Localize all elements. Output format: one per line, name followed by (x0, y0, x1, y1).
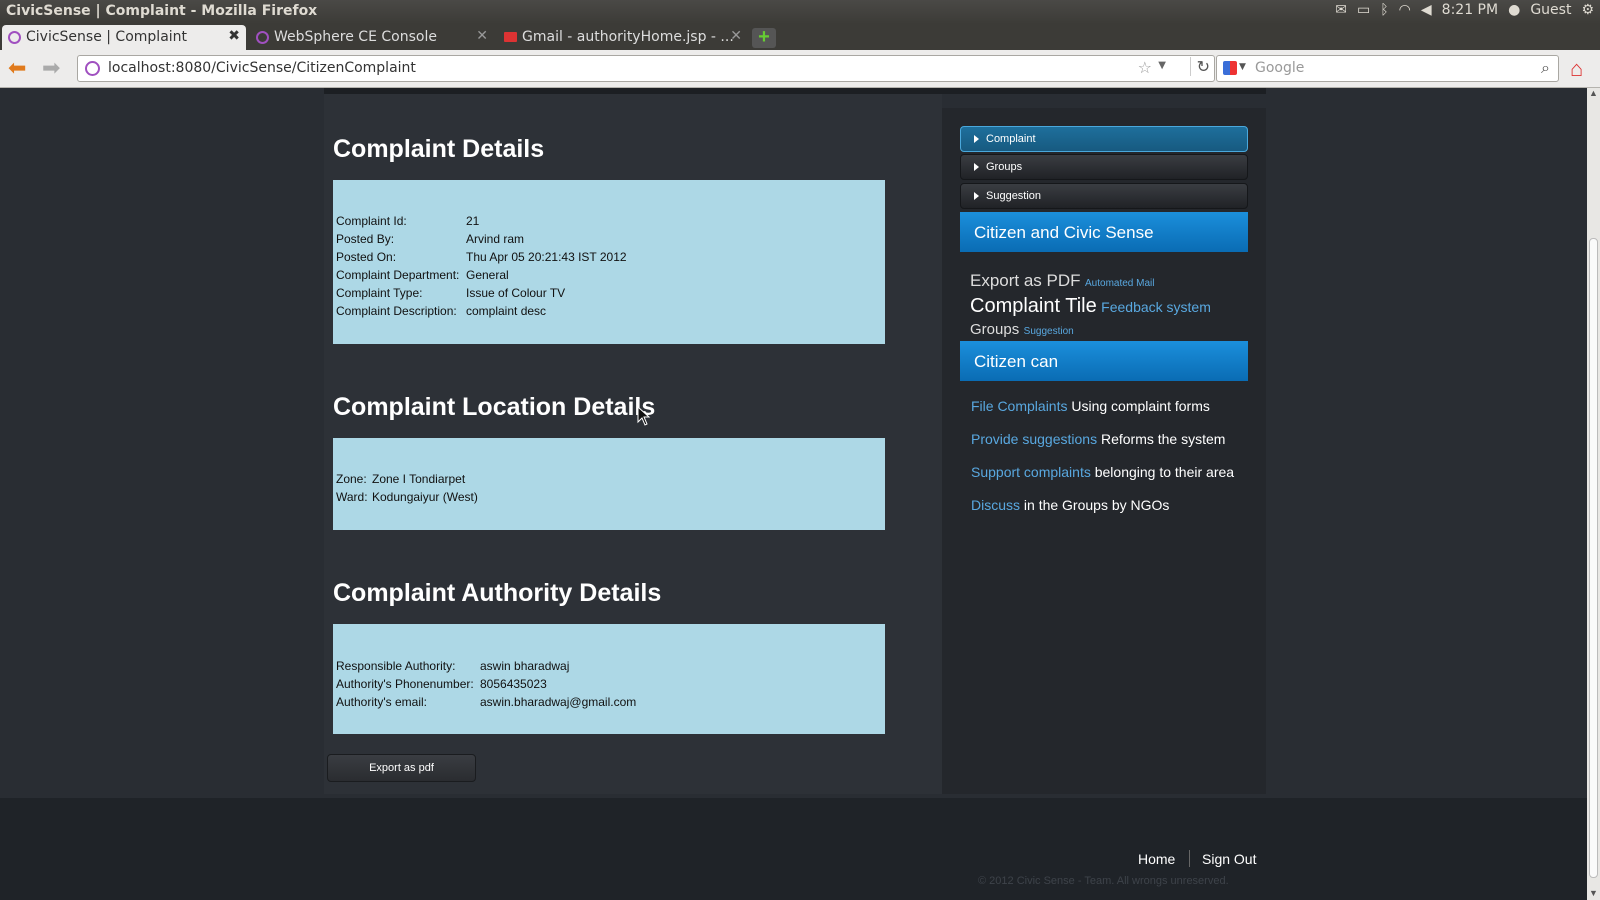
location-details-box: Zone: Zone I Tondiarpet Ward: Kodungaiyur … (333, 438, 885, 530)
footer-home-link[interactable]: Home (1138, 851, 1175, 867)
globe-icon (8, 31, 21, 44)
citizen-can-item: Discuss in the Groups by NGOs (971, 497, 1170, 513)
close-tab-icon[interactable]: ✕ (730, 28, 742, 44)
user-icon: ● (1508, 2, 1521, 18)
scroll-down-arrow-icon[interactable]: ▼ (1589, 888, 1598, 898)
detail-row: Responsible Authority: aswin bharadwaj (336, 659, 570, 673)
globe-icon (256, 31, 269, 44)
page-content: Complaint Details Complaint Id: 21 Posted… (0, 88, 1587, 900)
tab-label: Gmail - authorityHome.jsp - ... (522, 29, 734, 45)
sidebar-column (942, 108, 1266, 794)
window-titlebar: CivicSense | Complaint - Mozilla Firefox… (0, 0, 1600, 24)
clock[interactable]: 8:21 PM (1442, 2, 1498, 18)
system-tray: ✉ ▭ ᛒ ◠ ◀ 8:21 PM ● Guest ⚙ (1335, 2, 1594, 18)
tag-complaint-tile[interactable]: Complaint Tile (970, 295, 1097, 317)
new-tab-button[interactable]: + (752, 27, 776, 48)
tab-label: WebSphere CE Console (274, 29, 437, 45)
gear-icon[interactable]: ⚙ (1581, 2, 1594, 18)
complaint-details-box: Complaint Id: 21 Posted By: Arvind ram Pos… (333, 180, 885, 344)
authority-details-box: Responsible Authority: aswin bharadwaj Au… (333, 624, 885, 734)
detail-row: Complaint Department: General (336, 268, 509, 282)
tag-groups[interactable]: Groups (970, 321, 1019, 338)
google-icon[interactable] (1223, 61, 1237, 75)
bluetooth-icon[interactable]: ᛒ (1380, 2, 1388, 18)
mouse-cursor-icon (637, 406, 651, 426)
gmail-icon (504, 32, 517, 42)
citizen-can-item: Support complaints belonging to their ar… (971, 464, 1235, 480)
scroll-up-arrow-icon[interactable]: ▲ (1589, 88, 1598, 98)
caret-right-icon (974, 135, 979, 143)
citizen-can-item: File Complaints Using complaint forms (971, 398, 1210, 414)
link-discuss[interactable]: Discuss (971, 497, 1020, 513)
link-provide-suggestions[interactable]: Provide suggestions (971, 431, 1097, 447)
link-support-complaints[interactable]: Support complaints (971, 464, 1091, 480)
engine-dropdown-icon[interactable]: ▼ (1239, 62, 1246, 72)
search-placeholder: Google (1255, 60, 1305, 76)
accordion-groups[interactable]: Groups (960, 154, 1248, 180)
detail-row: Complaint Id: 21 (336, 214, 480, 228)
export-pdf-button[interactable]: Export as pdf (327, 754, 476, 782)
volume-icon[interactable]: ◀ (1421, 2, 1432, 18)
wifi-icon[interactable]: ◠ (1399, 2, 1411, 18)
nav-bar: ⬅ ➡ localhost:8080/CivicSense/CitizenCom… (0, 50, 1600, 88)
home-icon[interactable]: ⌂ (1570, 56, 1583, 82)
mail-icon[interactable]: ✉ (1335, 2, 1347, 18)
authority-details-heading: Complaint Authority Details (333, 579, 662, 607)
sidebar-heading-citizen-can: Citizen can (960, 341, 1248, 381)
scrollbar-thumb[interactable] (1589, 238, 1598, 878)
tag-suggestion[interactable]: Suggestion (1024, 326, 1074, 337)
caret-right-icon (974, 163, 979, 171)
caret-right-icon (974, 192, 979, 200)
reload-icon[interactable]: ↻ (1189, 57, 1210, 76)
search-icon[interactable]: ⌕ (1541, 58, 1550, 78)
detail-row: Zone: Zone I Tondiarpet (336, 472, 466, 486)
location-details-heading: Complaint Location Details (333, 393, 656, 421)
user-name[interactable]: Guest (1530, 2, 1571, 18)
window-title: CivicSense | Complaint - Mozilla Firefox (6, 3, 318, 19)
vertical-scrollbar[interactable]: ▲ ▼ (1587, 88, 1600, 900)
accordion-complaint[interactable]: Complaint (960, 126, 1248, 152)
detail-row: Authority's Phonenumber: 8056435023 (336, 677, 547, 691)
back-arrow-icon[interactable]: ⬅ (8, 56, 26, 80)
site-identity-icon[interactable] (85, 61, 100, 76)
detail-row: Authority's email: aswin.bharadwaj@gmail.… (336, 695, 637, 709)
detail-row: Complaint Type: Issue of Colour TV (336, 286, 566, 300)
tag-automated-mail[interactable]: Automated Mail (1085, 278, 1154, 289)
detail-row: Posted By: Arvind ram (336, 232, 525, 246)
battery-icon[interactable]: ▭ (1357, 2, 1370, 18)
footer-copyright: © 2012 Civic Sense - Team. All wrongs un… (978, 875, 1229, 887)
accordion-suggestion[interactable]: Suggestion (960, 183, 1248, 209)
detail-row: Complaint Description: complaint desc (336, 304, 547, 318)
complaint-details-heading: Complaint Details (333, 135, 545, 163)
forward-arrow-icon[interactable]: ➡ (42, 56, 60, 80)
footer-signout-link[interactable]: Sign Out (1202, 851, 1256, 867)
tag-cloud: Export as PDF Automated Mail Complaint T… (970, 270, 1240, 343)
tab-websphere[interactable]: WebSphere CE Console ✕ (250, 25, 494, 50)
tab-bar: CivicSense | Complaint ✖ WebSphere CE Co… (0, 24, 1600, 50)
url-bar[interactable]: localhost:8080/CivicSense/CitizenComplai… (77, 55, 1215, 82)
page-footer: Home Sign Out © 2012 Civic Sense - Team.… (0, 798, 1587, 900)
tag-export-pdf[interactable]: Export as PDF (970, 271, 1081, 290)
url-text: localhost:8080/CivicSense/CitizenComplai… (108, 60, 416, 76)
tag-feedback-system[interactable]: Feedback system (1101, 299, 1211, 315)
footer-divider (1189, 850, 1190, 867)
history-dropdown-icon[interactable]: ▼ (1158, 60, 1166, 71)
close-tab-icon[interactable]: ✖ (228, 28, 240, 44)
close-tab-icon[interactable]: ✕ (476, 28, 488, 44)
citizen-can-item: Provide suggestions Reforms the system (971, 431, 1226, 447)
link-file-complaints[interactable]: File Complaints (971, 398, 1067, 414)
detail-row: Ward: Kodungaiyur (West) (336, 490, 478, 504)
tab-civicsense[interactable]: CivicSense | Complaint ✖ (2, 25, 246, 50)
sidebar-heading-civic: Citizen and Civic Sense (960, 212, 1248, 252)
detail-row: Posted On: Thu Apr 05 20:21:43 IST 2012 (336, 250, 627, 264)
search-input[interactable]: ▼ Google ⌕ (1216, 55, 1559, 82)
bookmark-star-icon[interactable]: ☆ (1138, 58, 1152, 77)
tab-gmail[interactable]: Gmail - authorityHome.jsp - ... ✕ (498, 25, 748, 50)
tab-label: CivicSense | Complaint (26, 29, 188, 45)
